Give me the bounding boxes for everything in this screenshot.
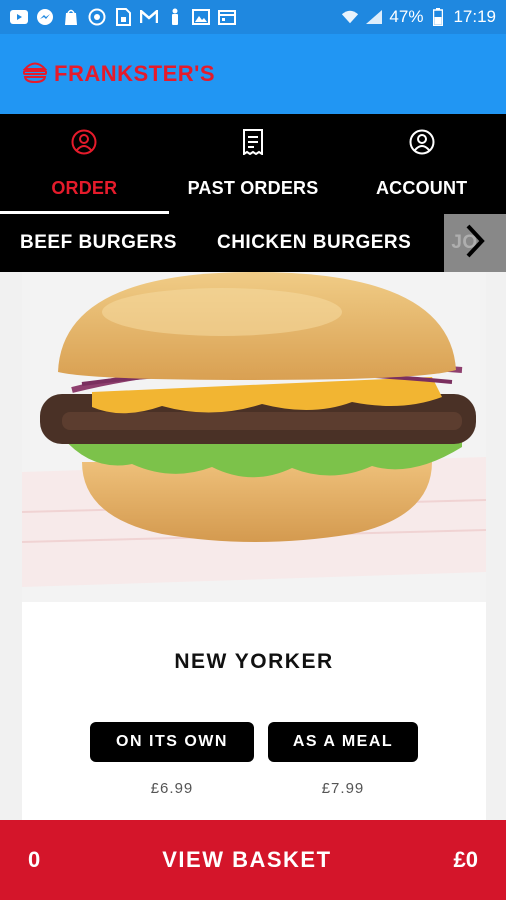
tab-past-orders[interactable]: PAST ORDERS [169, 114, 338, 214]
app-bar: FRANKSTER'S [0, 34, 506, 114]
product-card[interactable]: NEW YORKER ON ITS OWN £6.99 AS A MEAL £7… [22, 272, 486, 820]
mail-icon [140, 8, 158, 26]
notification-icons [10, 8, 236, 26]
chevron-right-icon [464, 223, 486, 264]
tab-account[interactable]: ACCOUNT [337, 114, 506, 214]
brand-logo[interactable]: FRANKSTER'S [22, 59, 215, 89]
product-image [22, 272, 486, 602]
product-name: NEW YORKER [174, 650, 334, 673]
figure-icon [166, 8, 184, 26]
signal-icon [365, 8, 383, 26]
messenger-icon [36, 8, 54, 26]
brand-name: FRANKSTER'S [54, 61, 216, 86]
view-basket-bar[interactable]: 0 VIEW BASKET £0 [0, 820, 506, 900]
clock: 17:19 [453, 7, 496, 26]
bag-icon [62, 8, 80, 26]
main-tabs: ORDER PAST ORDERS ACCOUNT [0, 114, 506, 214]
view-basket-label: VIEW BASKET [162, 847, 332, 872]
sim-icon [114, 8, 132, 26]
youtube-icon [10, 8, 28, 26]
tab-order[interactable]: ORDER [0, 114, 169, 214]
category-bar: BEEF BURGERS CHICKEN BURGERS JO [0, 214, 506, 272]
user-circle-icon [71, 129, 97, 160]
account-icon [409, 129, 435, 160]
tab-past-orders-label: PAST ORDERS [187, 178, 319, 198]
battery-icon [429, 8, 447, 26]
target-icon [88, 8, 106, 26]
burger-logo-icon [22, 59, 48, 89]
product-options: ON ITS OWN £6.99 AS A MEAL £7.99 [90, 722, 418, 797]
image-icon [192, 8, 210, 26]
on-its-own-price: £6.99 [150, 780, 194, 797]
status-bar: 47% 17:19 [0, 0, 506, 34]
menu-content: NEW YORKER ON ITS OWN £6.99 AS A MEAL £7… [0, 272, 506, 820]
on-its-own-button[interactable]: ON ITS OWN [90, 722, 254, 762]
tab-account-label: ACCOUNT [375, 178, 468, 198]
wifi-icon [341, 8, 359, 26]
basket-total: £0 [453, 847, 478, 872]
tab-order-label: ORDER [51, 178, 118, 198]
basket-item-count: 0 [28, 847, 41, 872]
category-chicken-burgers[interactable]: CHICKEN BURGERS [217, 232, 411, 254]
battery-percent: 47% [389, 7, 424, 26]
category-next-button[interactable] [444, 214, 506, 272]
receipt-icon [242, 129, 264, 160]
category-beef-burgers[interactable]: BEEF BURGERS [20, 232, 177, 254]
as-a-meal-button[interactable]: AS A MEAL [268, 722, 418, 762]
as-a-meal-price: £7.99 [321, 780, 365, 797]
calendar-icon [218, 8, 236, 26]
option-as-a-meal: AS A MEAL £7.99 [268, 722, 418, 797]
status-right: 47% 17:19 [341, 7, 496, 27]
option-on-its-own: ON ITS OWN £6.99 [90, 722, 254, 797]
